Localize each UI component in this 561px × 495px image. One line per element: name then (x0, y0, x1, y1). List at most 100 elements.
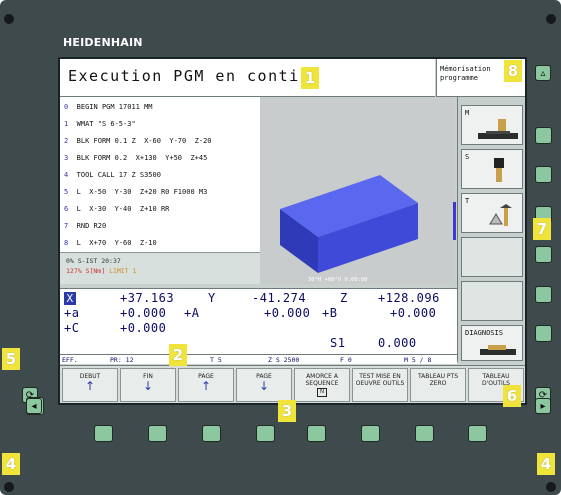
operating-mode-title: Execution PGM en continu (60, 59, 435, 97)
limit-text: LIMIT 1 (109, 267, 137, 275)
tool-axis-icon (489, 204, 512, 226)
corner-screw (4, 14, 14, 24)
up-arrow-key[interactable]: ▵ (535, 65, 551, 81)
softkey-fin[interactable]: FIN ↓ (120, 368, 176, 402)
softkey-bar: DEBUT ↑ FIN ↓ PAGE ↑ PAGE ↓ AMORCE A SEQ… (60, 365, 525, 403)
program-line[interactable]: 6 L X-30 Y-40 Z+10 RR (64, 205, 256, 222)
tool-tile[interactable]: T (461, 193, 523, 233)
callout-3: 3 (278, 400, 296, 422)
left-arrow-key[interactable]: ◂ (26, 398, 42, 414)
diagnosis-tile[interactable]: DIAGNOSIS (461, 325, 523, 361)
vertical-softkey-2[interactable] (535, 166, 552, 183)
y-value: -41.274 (252, 291, 307, 305)
softkey-tableau-pts-zero[interactable]: TABLEAU PTS ZERO (410, 368, 466, 402)
arrow-down-icon: ↓ (258, 379, 270, 393)
c-axis-label: +C (64, 321, 80, 335)
coord-row-xyz: X +37.163 Y -41.274 Z +128.096 (60, 291, 457, 306)
horizontal-softkey-1[interactable] (94, 425, 113, 442)
empty-tile[interactable] (461, 237, 523, 277)
horizontal-softkey-2[interactable] (148, 425, 167, 442)
brand-logo: HEIDENHAIN (63, 36, 143, 49)
arrow-up-icon: ↑ (84, 379, 96, 393)
a-value: +0.000 (120, 306, 167, 320)
m-function-status: M 5 / 8 (404, 356, 432, 364)
right-arrow-key[interactable]: ▸ (535, 398, 551, 414)
program-line[interactable]: 5 L X-50 Y-30 Z+20 R0 F1000 M3 (64, 188, 256, 205)
spindle-tile[interactable]: S (461, 149, 523, 189)
n-key-indicator: N (316, 388, 328, 397)
callout-6: 6 (503, 385, 521, 407)
program-line[interactable]: 3 BLK FORM 0.2 X+130 Y+50 Z+45 (64, 154, 256, 171)
program-line[interactable]: 7 RND R20 (64, 222, 256, 239)
horizontal-softkey-7[interactable] (415, 425, 434, 442)
horizontal-softkey-8[interactable] (468, 425, 487, 442)
empty-tile[interactable] (461, 281, 523, 321)
workpiece-block-graphic (280, 175, 418, 273)
diagnosis-icon (480, 345, 516, 355)
s1-label: S1 (330, 336, 346, 350)
callout-1: 1 (301, 67, 319, 89)
softkey-test-outils[interactable]: TEST MISE EN OEUVRE OUTILS (352, 368, 408, 402)
horizontal-softkey-5[interactable] (307, 425, 326, 442)
rotary-a-label: +A (184, 306, 200, 320)
spindle-status: Z S 2500 (268, 356, 300, 364)
program-line[interactable]: 0 BEGIN PGM 17011 MM (64, 103, 256, 120)
callout-5: 5 (2, 348, 20, 370)
control-panel-bezel: HEIDENHAIN ⟳ ◂ ▵ ⟳ ▸ Execution PGM en co… (0, 0, 561, 495)
corner-screw (4, 482, 14, 492)
coord-row-rotary: +a +0.000 +A +0.000 +B +0.000 (60, 306, 457, 321)
progress-text: 0% S-IST 20:37 (66, 257, 121, 265)
rotary-a-value: +0.000 (264, 306, 311, 320)
program-listing: 0 BEGIN PGM 17011 MM 1 WMAT "S 6-5-3" 2 … (60, 97, 260, 252)
vertical-softkey-5[interactable] (535, 286, 552, 303)
vertical-softkey-1[interactable] (535, 127, 552, 144)
callout-4-left: 4 (2, 453, 20, 475)
machine-icon (478, 119, 518, 139)
coord-row-c: +C +0.000 (60, 321, 457, 336)
z-value: +128.096 (378, 291, 440, 305)
softkey-page-down[interactable]: PAGE ↓ (236, 368, 292, 402)
y-axis-label: Y (208, 291, 216, 305)
a-axis-label: +a (64, 306, 80, 320)
status-icons-panel: M S T DIAGNOSIS (457, 97, 525, 362)
callout-4-right: 4 (537, 453, 555, 475)
feed-status: F 0 (340, 356, 352, 364)
arrow-down-icon: ↓ (142, 379, 154, 393)
b-value: +0.000 (390, 306, 437, 320)
override-text: 127% S[Nm] (66, 267, 106, 275)
3d-workpiece-view (260, 97, 455, 284)
x-axis-label: X (64, 292, 76, 305)
s1-value: 0.000 (378, 336, 417, 350)
coord-row-spindle: S1 0.000 (60, 336, 457, 351)
callout-7: 7 (533, 218, 551, 240)
program-status: 0% S-IST 20:37 127% S[Nm] LIMIT 1 (60, 252, 260, 284)
corner-screw (546, 14, 556, 24)
spindle-icon (494, 158, 504, 182)
eff-label: EFF. (62, 356, 78, 364)
position-display: X +37.163 Y -41.274 Z +128.096 +a +0.000… (60, 288, 457, 354)
b-axis-label: +B (322, 306, 338, 320)
z-axis-label: Z (340, 291, 348, 305)
effective-status-row: EFF. PR: 12 T 5 Z S 2500 F 0 M 5 / 8 (60, 354, 457, 364)
callout-2: 2 (169, 344, 187, 366)
program-line[interactable]: 4 TOOL CALL 17 Z S3500 (64, 171, 256, 188)
preset-label: PR: 12 (110, 356, 134, 364)
softkey-amorce-sequence[interactable]: AMORCE A SEQUENCE N (294, 368, 350, 402)
x-value: +37.163 (120, 291, 175, 305)
vertical-softkey-4[interactable] (535, 246, 552, 263)
corner-screw (546, 482, 556, 492)
horizontal-softkey-3[interactable] (202, 425, 221, 442)
horizontal-softkey-6[interactable] (361, 425, 380, 442)
softkey-page-up[interactable]: PAGE ↑ (178, 368, 234, 402)
program-line[interactable]: 2 BLK FORM 0.1 Z X-60 Y-70 Z-20 (64, 137, 256, 154)
arrow-up-icon: ↑ (200, 379, 212, 393)
horizontal-softkey-4[interactable] (256, 425, 275, 442)
softkey-debut[interactable]: DEBUT ↑ (62, 368, 118, 402)
callout-8: 8 (504, 60, 522, 82)
m-function-tile[interactable]: M (461, 105, 523, 145)
program-line[interactable]: 1 WMAT "S 6-5-3" (64, 120, 256, 137)
view-angle-readout: 30°H +60°V 0:00:00 (308, 277, 368, 283)
display-screen: Execution PGM en continu Mémorisation pr… (58, 57, 527, 405)
c-value: +0.000 (120, 321, 167, 335)
vertical-softkey-6[interactable] (535, 325, 552, 342)
